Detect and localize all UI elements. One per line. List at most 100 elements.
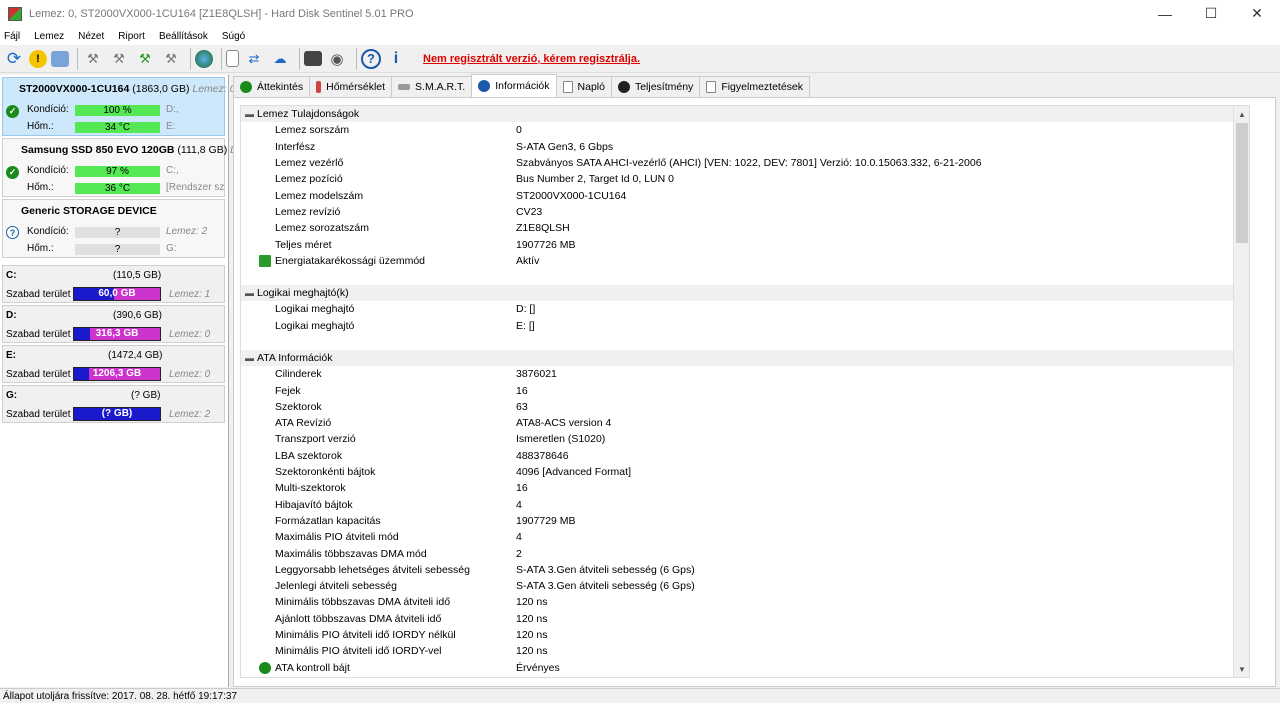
- tab-performance[interactable]: Teljesítmény: [610, 76, 701, 97]
- scroll-up-icon[interactable]: ▲: [1234, 106, 1249, 122]
- list-item[interactable]: Szektorok 63: [241, 399, 1249, 415]
- menu-file[interactable]: Fájl: [4, 31, 20, 42]
- disk-settings-icon[interactable]: ⚒: [160, 48, 182, 70]
- disk-icon: ▬: [245, 109, 254, 120]
- free-space-value: 60,0 GB: [98, 288, 136, 299]
- scroll-down-icon[interactable]: ▼: [1234, 661, 1249, 677]
- minimize-icon[interactable]: —: [1142, 0, 1188, 27]
- list-item[interactable]: ATA Revízió ATA8-ACS version 4: [241, 415, 1249, 431]
- property-name: Interfész: [275, 140, 316, 153]
- sync-icon[interactable]: ⇄: [243, 48, 265, 70]
- list-item[interactable]: Maximális többszavas DMA mód 2: [241, 545, 1249, 561]
- list-item[interactable]: Lemez pozíció Bus Number 2, Target Id 0, …: [241, 171, 1249, 187]
- list-item[interactable]: Teljes méret 1907726 MB: [241, 236, 1249, 252]
- list-item[interactable]: Logikai meghajtó E: []: [241, 318, 1249, 334]
- volume-disk: Lemez: 0: [169, 329, 211, 340]
- property-name: Leggyorsabb lehetséges átviteli sebesség: [275, 563, 470, 576]
- disk-item[interactable]: Samsung SSD 850 EVO 120GB (111,8 GB) Le …: [2, 138, 242, 197]
- maximize-icon[interactable]: ☐: [1188, 0, 1234, 27]
- tab-label: Hőmérséklet: [326, 81, 386, 93]
- property-name: ATA kontroll bájt: [275, 661, 350, 674]
- property-value: Z1E8QLSH: [516, 222, 570, 235]
- disk-volumes: [Rendszer sz: [166, 182, 225, 193]
- report-icon[interactable]: [51, 50, 69, 67]
- list-item[interactable]: Energiatakarékossági üzemmód Aktív: [241, 253, 1249, 269]
- list-item[interactable]: Lemez modelszám ST2000VX000-1CU164: [241, 187, 1249, 203]
- scrollbar-thumb[interactable]: [1236, 123, 1248, 243]
- menu-report[interactable]: Riport: [118, 31, 145, 42]
- tab-alerts[interactable]: Figyelmeztetések: [699, 76, 811, 97]
- disk-item[interactable]: Generic STORAGE DEVICE ? Kondíció: ? Lem…: [2, 199, 225, 258]
- list-item[interactable]: Minimális PIO átviteli idő IORDY nélkül 1…: [241, 627, 1249, 643]
- document-icon[interactable]: [226, 50, 239, 67]
- list-item[interactable]: Maximális PIO átviteli mód 4: [241, 529, 1249, 545]
- list-item[interactable]: Multi-szektorok 16: [241, 480, 1249, 496]
- toolbar-separator: [190, 47, 191, 70]
- menu-settings[interactable]: Beállítások: [159, 31, 208, 42]
- menu-help[interactable]: Súgó: [222, 31, 245, 42]
- disk-item[interactable]: ST2000VX000-1CU164 (1863,0 GB) Lemez: 0 …: [2, 77, 236, 136]
- tab-log[interactable]: Napló: [555, 76, 612, 97]
- property-value: 4: [516, 531, 522, 544]
- network-icon[interactable]: ☁: [269, 48, 291, 70]
- list-item[interactable]: Lemez revízió CV23: [241, 204, 1249, 220]
- volume-item[interactable]: C: (110,5 GB) Szabad terület 60,0 GB Lem…: [2, 265, 225, 303]
- close-icon[interactable]: ✕: [1234, 0, 1280, 27]
- list-item[interactable]: Interfész S-ATA Gen3, 6 Gbps: [241, 139, 1249, 155]
- register-link[interactable]: Nem regisztrált verzió, kérem regisztrál…: [423, 53, 640, 65]
- list-item[interactable]: LBA szektorok 488378646: [241, 448, 1249, 464]
- refresh-icon[interactable]: ⟳: [3, 48, 25, 70]
- speaker-icon[interactable]: ◉: [326, 48, 348, 70]
- list-item[interactable]: Transzport verzió Ismeretlen (S1020): [241, 431, 1249, 447]
- disk-test-icon[interactable]: ⚒: [108, 48, 130, 70]
- disk-tool-icon[interactable]: ⚒: [82, 48, 104, 70]
- condition-bar: ?: [75, 227, 160, 238]
- disk-icon: ▬: [245, 288, 254, 299]
- monitor-icon[interactable]: [304, 51, 322, 66]
- property-name: Minimális PIO átviteli idő IORDY nélkül: [275, 629, 456, 642]
- vertical-scrollbar[interactable]: ▲ ▼: [1233, 106, 1249, 677]
- section-header[interactable]: ▬ Lemez Tulajdonságok: [241, 106, 1249, 123]
- help-icon[interactable]: ?: [361, 48, 381, 69]
- disk-icon: ▬: [245, 353, 254, 363]
- list-item[interactable]: Lemez sorozatszám Z1E8QLSH: [241, 220, 1249, 236]
- list-item[interactable]: Hibajavító bájtok 4: [241, 497, 1249, 513]
- list-item[interactable]: Formázatlan kapacitás 1907729 MB: [241, 513, 1249, 529]
- list-item[interactable]: Fejek 16: [241, 382, 1249, 398]
- disk-ok-icon[interactable]: ⚒: [134, 48, 156, 70]
- tab-overview[interactable]: Áttekintés: [233, 76, 311, 97]
- menu-view[interactable]: Nézet: [78, 31, 104, 42]
- property-value: 120 ns: [516, 645, 548, 658]
- condition-bar: 97 %: [75, 166, 160, 177]
- list-item[interactable]: Lemez sorszám 0: [241, 122, 1249, 138]
- list-item[interactable]: Minimális többszavas DMA átviteli idő 120…: [241, 594, 1249, 610]
- list-item[interactable]: Minimális PIO átviteli idő IORDY-vel 120 …: [241, 643, 1249, 659]
- globe-icon[interactable]: [195, 49, 213, 68]
- list-item[interactable]: Szektoronkénti bájtok 4096 [Advanced Form…: [241, 464, 1249, 480]
- property-name: Lemez sorszám: [275, 124, 350, 137]
- list-item[interactable]: Lemez vezérlő Szabványos SATA AHCI-vezérl…: [241, 155, 1249, 171]
- tab-information[interactable]: Információk: [471, 74, 557, 97]
- check-icon: [259, 661, 271, 674]
- alert-icon[interactable]: !: [29, 49, 47, 68]
- volume-item[interactable]: D: (390,6 GB) Szabad terület 316,3 GB Le…: [2, 305, 225, 343]
- about-icon[interactable]: i: [385, 48, 407, 70]
- list-item[interactable]: Jelenlegi átviteli sebesség S-ATA 3.Gen á…: [241, 578, 1249, 594]
- property-name: Szektorok: [275, 400, 322, 413]
- list-item[interactable]: Ajánlott többszavas DMA átviteli idő 120 …: [241, 611, 1249, 627]
- list-item[interactable]: ATA kontroll bájt Érvényes: [241, 660, 1249, 676]
- volume-item[interactable]: G: (? GB) Szabad terület (? GB) Lemez: 2: [2, 385, 225, 423]
- menu-disk[interactable]: Lemez: [34, 31, 64, 42]
- list-item[interactable]: Logikai meghajtó D: []: [241, 301, 1249, 317]
- list-item[interactable]: Cilinderek 3876021: [241, 366, 1249, 382]
- section-header[interactable]: ▬ Logikai meghajtó(k): [241, 284, 1249, 302]
- property-value: ST2000VX000-1CU164: [516, 189, 627, 202]
- disk-name-row: Generic STORAGE DEVICE: [21, 205, 157, 217]
- tab-temperature[interactable]: Hőmérséklet: [309, 76, 393, 97]
- list-item[interactable]: Leggyorsabb lehetséges átviteli sebesség…: [241, 562, 1249, 578]
- section-header[interactable]: ▬ ATA Információk: [241, 349, 1249, 367]
- property-value: ATA8-ACS version 4: [516, 417, 612, 430]
- tab-smart[interactable]: S.M.A.R.T.: [391, 76, 473, 97]
- property-value: 4: [516, 498, 522, 511]
- volume-item[interactable]: E: (1472,4 GB) Szabad terület 1206,3 GB …: [2, 345, 225, 383]
